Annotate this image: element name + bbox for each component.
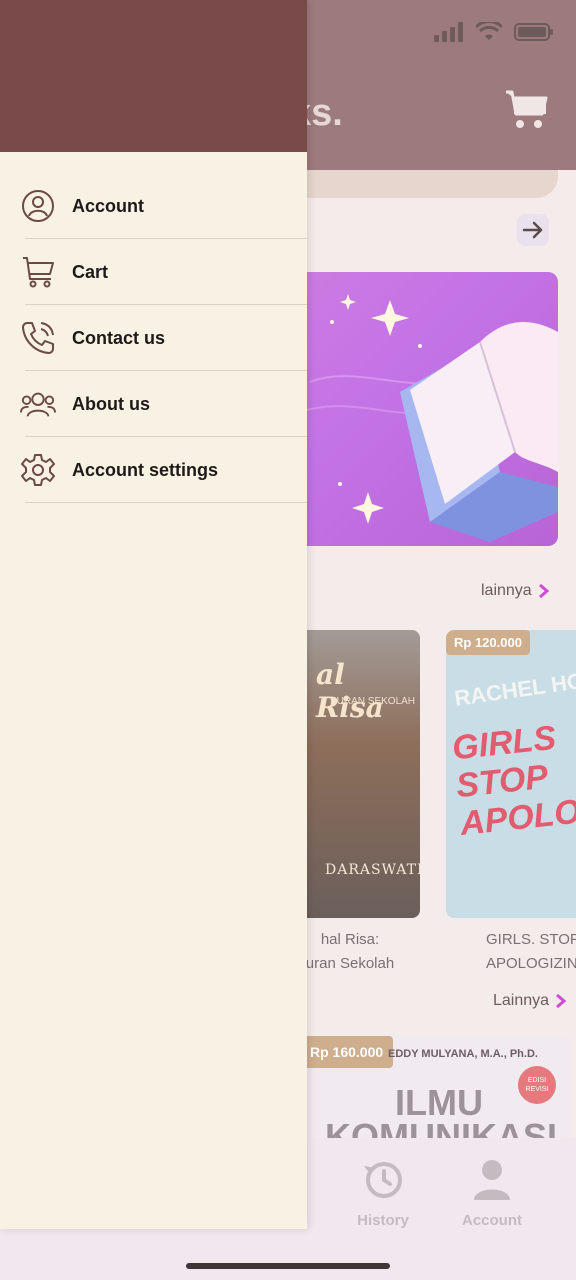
arrow-right-icon [522, 221, 543, 239]
nav-label: Account [462, 1212, 522, 1229]
book-cover-title: al Risa [316, 658, 384, 724]
menu-item-cart[interactable]: Cart [0, 239, 307, 305]
book-cover-title: GIRLS STOP APOLOGIZ [450, 718, 576, 844]
nav-account[interactable]: Account [457, 1158, 527, 1229]
more-link-2[interactable]: Lainnya [493, 992, 567, 1010]
more-link-label: Lainnya [493, 992, 550, 1009]
more-link-1[interactable]: lainnya [481, 582, 550, 600]
search-strip [300, 170, 558, 198]
menu-item-label: About us [72, 393, 150, 414]
gear-icon [20, 452, 56, 488]
menu-item-label: Account [72, 195, 144, 216]
battery-icon [514, 23, 553, 41]
book-cover-author: RACHEL HOL [452, 666, 576, 711]
user-circle-icon [20, 188, 56, 224]
nav-label: History [357, 1212, 409, 1229]
account-icon [474, 1160, 510, 1200]
divider [25, 502, 307, 503]
navigation-drawer: Account Cart Contact us About us Account… [0, 0, 307, 1229]
cart-icon [20, 254, 56, 290]
book-card-2[interactable]: Rp 120.000 RACHEL HOL GIRLS STOP APOLOGI… [446, 630, 576, 918]
see-all-arrow-button[interactable] [517, 214, 549, 246]
menu-item-account[interactable]: Account [0, 173, 307, 239]
book-title-line1: GIRLS. STOP [486, 931, 576, 948]
cart-icon [506, 90, 548, 128]
drawer-header [0, 0, 307, 152]
home-indicator [186, 1263, 390, 1269]
book-cover-subtitle: BURAN SEKOLAH [330, 696, 416, 707]
book-title-2[interactable]: GIRLS. STOP APOLOGIZIN [486, 928, 576, 976]
menu-item-contact-us[interactable]: Contact us [0, 305, 307, 371]
menu-item-label: Cart [72, 261, 109, 282]
chevron-right-icon [538, 584, 550, 598]
chevron-right-icon [556, 994, 567, 1008]
book-title-line2: APOLOGIZIN [486, 955, 576, 972]
edition-badge: EDISI REVISI [518, 1066, 556, 1104]
nav-history[interactable]: History [348, 1158, 418, 1229]
price-tag: Rp 120.000 [446, 630, 530, 655]
menu-item-label: Account settings [72, 459, 219, 480]
featured-author: EDDY MULYANA, M.A., Ph.D. [388, 1048, 538, 1060]
menu-item-label: Contact us [72, 327, 166, 348]
menu-item-about-us[interactable]: About us [0, 371, 307, 437]
wifi-icon [476, 22, 502, 40]
cart-button[interactable] [504, 88, 548, 137]
phone-icon [20, 320, 56, 356]
status-bar [434, 22, 554, 42]
book-cover-author: DARASWATI [325, 862, 420, 878]
featured-book-card[interactable]: Rp 160.000 EDDY MULYANA, M.A., Ph.D. EDI… [300, 1036, 570, 1146]
users-icon [20, 386, 56, 422]
price-tag: Rp 160.000 [300, 1036, 394, 1068]
menu-item-account-settings[interactable]: Account settings [0, 437, 307, 503]
signal-icon [434, 22, 463, 42]
more-link-label: lainnya [481, 582, 532, 599]
history-icon [364, 1162, 402, 1198]
